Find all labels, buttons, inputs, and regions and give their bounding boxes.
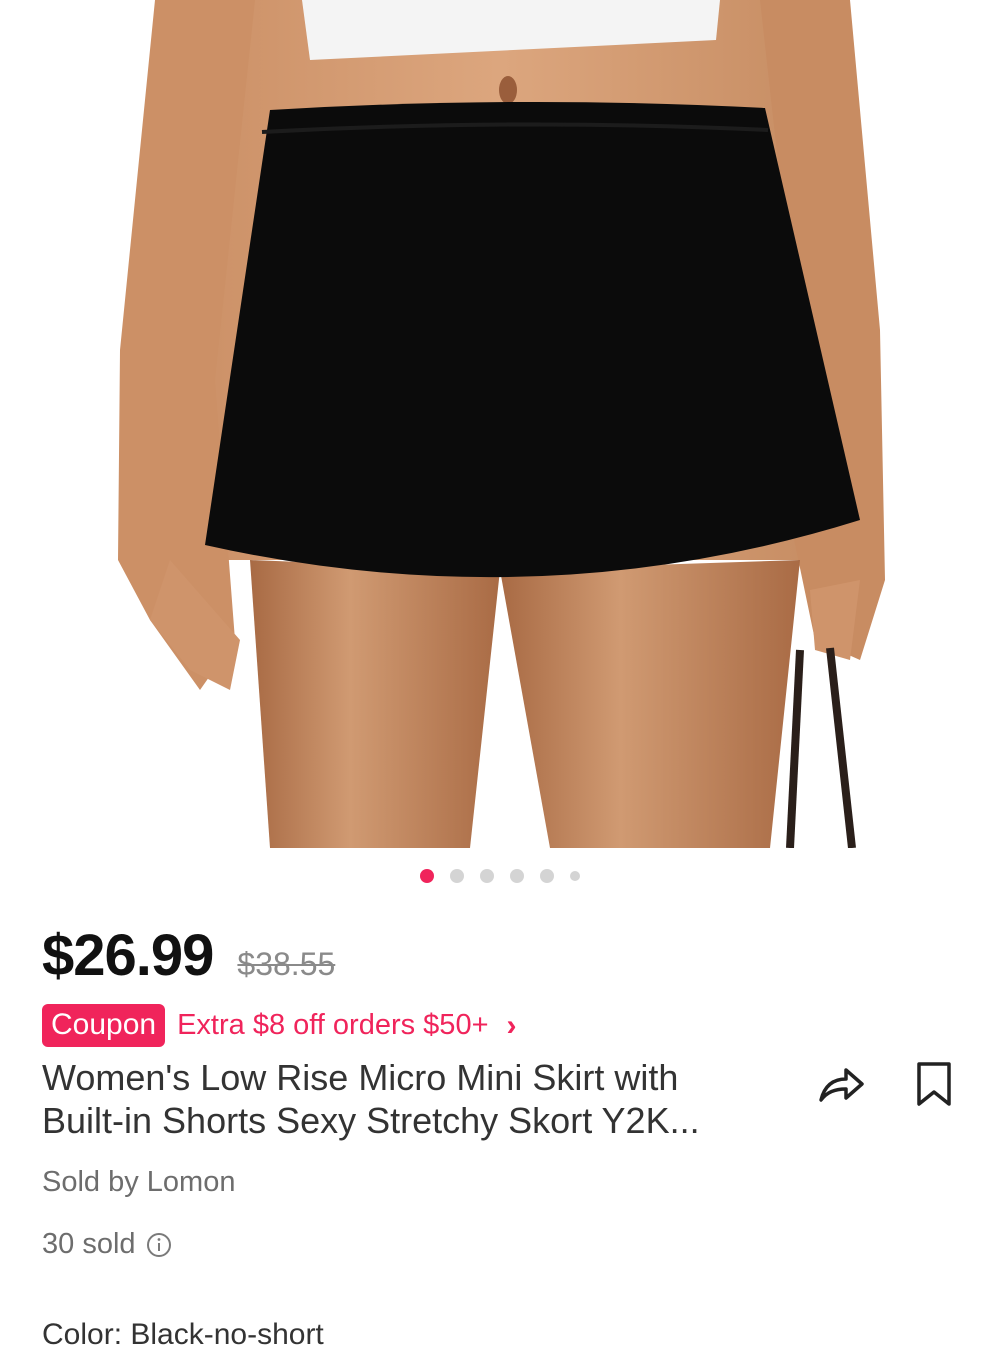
variant-row[interactable]: Color: Black-no-short bbox=[42, 1318, 324, 1352]
product-photo bbox=[118, 0, 885, 848]
carousel-dot-6[interactable] bbox=[570, 871, 580, 881]
product-image[interactable] bbox=[0, 0, 1000, 848]
original-price: $38.55 bbox=[237, 946, 336, 982]
chevron-right-icon: › bbox=[506, 1008, 517, 1042]
coupon-row[interactable]: Coupon Extra $8 off orders $50+ › bbox=[42, 1004, 517, 1047]
coupon-text: Extra $8 off orders $50+ bbox=[177, 1009, 489, 1041]
product-title-line-2: Built-in Shorts Sexy Stretchy Skort Y2K.… bbox=[42, 1100, 700, 1141]
share-button[interactable] bbox=[813, 1056, 869, 1112]
product-title-line-1: Women's Low Rise Micro Mini Skirt with bbox=[42, 1057, 679, 1098]
seller-link[interactable]: Sold by Lomon bbox=[42, 1166, 235, 1199]
sold-count: 30 sold bbox=[42, 1228, 172, 1261]
info-icon[interactable] bbox=[146, 1232, 172, 1258]
current-price: $26.99 bbox=[42, 923, 214, 988]
bookmark-icon bbox=[917, 1062, 951, 1106]
coupon-badge: Coupon bbox=[42, 1004, 166, 1047]
image-carousel-indicator[interactable] bbox=[0, 868, 1000, 884]
carousel-dot-5[interactable] bbox=[540, 869, 554, 883]
carousel-dot-3[interactable] bbox=[480, 869, 494, 883]
sold-count-text: 30 sold bbox=[42, 1228, 136, 1260]
bookmark-button[interactable] bbox=[906, 1056, 962, 1112]
product-title[interactable]: Women's Low Rise Micro Mini Skirt with B… bbox=[42, 1056, 787, 1142]
carousel-dot-1[interactable] bbox=[420, 869, 434, 883]
price-row: $26.99 $38.55 bbox=[42, 922, 335, 989]
share-icon bbox=[819, 1068, 864, 1102]
carousel-dot-2[interactable] bbox=[450, 869, 464, 883]
carousel-dot-4[interactable] bbox=[510, 869, 524, 883]
